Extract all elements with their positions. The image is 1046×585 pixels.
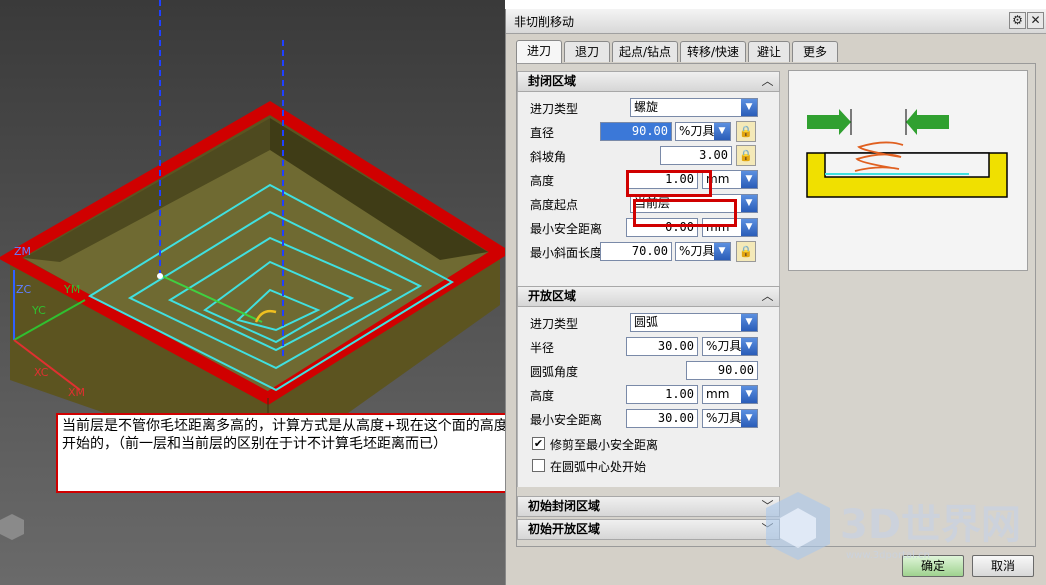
lock-icon[interactable]: 🔒	[736, 145, 756, 166]
open-height-label: 高度	[530, 389, 555, 403]
arc-angle-input[interactable]: 90.00	[686, 361, 758, 380]
chevron-up-icon[interactable]: ︿	[759, 73, 776, 90]
min-ramp-length-input[interactable]: 70.00	[600, 242, 672, 261]
tab-transfer-rapid[interactable]: 转移/快速	[680, 41, 746, 62]
radius-unit-select[interactable]: %刀具 ▼	[702, 337, 758, 356]
trim-label: 修剪至最小安全距离	[550, 438, 659, 452]
open-entry-type-select[interactable]: 圆弧 ▼	[630, 313, 758, 332]
view-cube-icon[interactable]	[0, 514, 24, 540]
height-start-label: 高度起点	[530, 198, 579, 212]
dropdown-arrow-icon: ▼	[714, 123, 730, 140]
chevron-down-icon[interactable]: ﹀	[759, 498, 776, 515]
dropdown-arrow-icon: ▼	[741, 338, 757, 355]
ramp-angle-label: 斜坡角	[530, 150, 567, 164]
close-icon[interactable]: ✕	[1027, 12, 1044, 29]
closed-area-header[interactable]: 封闭区域 ︿	[517, 71, 780, 92]
open-area-group: 开放区域 ︿ 进刀类型 圆弧 ▼ 半径 30.00 %刀具 ▼ 圆弧角度 90.00	[517, 286, 780, 487]
open-height-input[interactable]: 1.00	[626, 385, 698, 404]
closed-min-safe-unit-select[interactable]: mm ▼	[702, 218, 758, 237]
preview-image	[788, 70, 1028, 271]
closed-height-input[interactable]: 1.00	[626, 170, 698, 189]
tab-retract[interactable]: 退刀	[564, 41, 610, 62]
annotation-note: 当前层是不管你毛坯距离多高的，计算方式是从高度+现在这个面的高度开始的，（前一层…	[56, 413, 505, 493]
dropdown-arrow-icon: ▼	[741, 99, 757, 116]
lock-icon[interactable]: 🔒	[736, 121, 756, 142]
arc-angle-label: 圆弧角度	[530, 365, 579, 379]
cancel-button[interactable]: 取消	[972, 555, 1034, 577]
min-ramp-unit-select[interactable]: %刀具 ▼	[675, 242, 731, 261]
dropdown-arrow-icon: ▼	[741, 219, 757, 236]
axis-label-xc: XC	[34, 366, 49, 379]
initial-open-area-group: 初始开放区域 ﹀	[517, 519, 780, 540]
dropdown-arrow-icon: ▼	[741, 386, 757, 403]
axis-label-zc: ZC	[16, 283, 32, 296]
open-min-safe-unit-select[interactable]: %刀具 ▼	[702, 409, 758, 428]
diameter-label: 直径	[530, 126, 555, 140]
tab-avoidance[interactable]: 避让	[748, 41, 790, 62]
dialog-titlebar[interactable]: 非切削移动 ⚙ ✕	[506, 9, 1046, 34]
closed-area-group: 封闭区域 ︿ 进刀类型 螺旋 ▼ 直径 90.00 %刀具 ▼ 🔒 斜坡角 3.00…	[517, 71, 780, 289]
radius-input[interactable]: 30.00	[626, 337, 698, 356]
min-ramp-length-label: 最小斜面长度	[530, 246, 603, 260]
closed-min-safe-input[interactable]: 0.00	[626, 218, 698, 237]
ramp-angle-input[interactable]: 3.00	[660, 146, 732, 165]
tab-more[interactable]: 更多	[792, 41, 838, 62]
dropdown-arrow-icon: ▼	[741, 171, 757, 188]
initial-closed-area-group: 初始封闭区域 ﹀	[517, 496, 780, 517]
entry-type-label: 进刀类型	[530, 102, 579, 116]
chevron-up-icon[interactable]: ︿	[759, 288, 776, 305]
initial-closed-area-header[interactable]: 初始封闭区域 ﹀	[517, 496, 780, 517]
axis-label-zm: ZM	[14, 245, 32, 258]
dropdown-arrow-icon: ▼	[741, 195, 757, 212]
dropdown-arrow-icon: ▼	[714, 243, 730, 260]
diameter-unit-select[interactable]: %刀具 ▼	[675, 122, 731, 141]
initial-open-area-header[interactable]: 初始开放区域 ﹀	[517, 519, 780, 540]
open-min-safe-label: 最小安全距离	[530, 413, 603, 427]
closed-height-unit-select[interactable]: mm ▼	[702, 170, 758, 189]
graphics-viewport[interactable]: ZM ZC YM YC XC XM 当前层是不管你毛坯距离多高的，计算方式是从高…	[0, 0, 505, 585]
open-entry-type-label: 进刀类型	[530, 317, 579, 331]
dialog-title: 非切削移动	[514, 15, 575, 29]
axis-label-yc: YC	[32, 304, 46, 317]
trim-checkbox[interactable]: ✔	[532, 437, 545, 450]
height-start-select[interactable]: 当前层 ▼	[630, 194, 758, 213]
axis-label-xm: XM	[68, 386, 86, 399]
non-cutting-moves-dialog: 非切削移动 ⚙ ✕ 进刀 退刀 起点/钻点 转移/快速 避让 更多 封闭区域 ︿…	[505, 9, 1046, 585]
diameter-input[interactable]: 90.00	[600, 122, 672, 141]
arc-center-label: 在圆弧中心处开始	[550, 460, 647, 474]
closed-entry-type-select[interactable]: 螺旋 ▼	[630, 98, 758, 117]
ok-button[interactable]: 确定	[902, 555, 964, 577]
chevron-down-icon[interactable]: ﹀	[759, 521, 776, 538]
radius-label: 半径	[530, 341, 555, 355]
dropdown-arrow-icon: ▼	[741, 314, 757, 331]
height-label: 高度	[530, 174, 555, 188]
tab-start-drill-points[interactable]: 起点/钻点	[612, 41, 678, 62]
tab-engage[interactable]: 进刀	[516, 40, 562, 63]
min-safe-distance-label: 最小安全距离	[530, 222, 603, 236]
axis-label-ym: YM	[64, 283, 81, 296]
open-area-header[interactable]: 开放区域 ︿	[517, 286, 780, 307]
engage-panel: 封闭区域 ︿ 进刀类型 螺旋 ▼ 直径 90.00 %刀具 ▼ 🔒 斜坡角 3.00…	[516, 63, 1036, 547]
dropdown-arrow-icon: ▼	[741, 410, 757, 427]
open-height-unit-select[interactable]: mm ▼	[702, 385, 758, 404]
lock-icon[interactable]: 🔒	[736, 241, 756, 262]
arc-center-checkbox[interactable]	[532, 459, 545, 472]
gear-icon[interactable]: ⚙	[1009, 12, 1026, 29]
open-min-safe-input[interactable]: 30.00	[626, 409, 698, 428]
